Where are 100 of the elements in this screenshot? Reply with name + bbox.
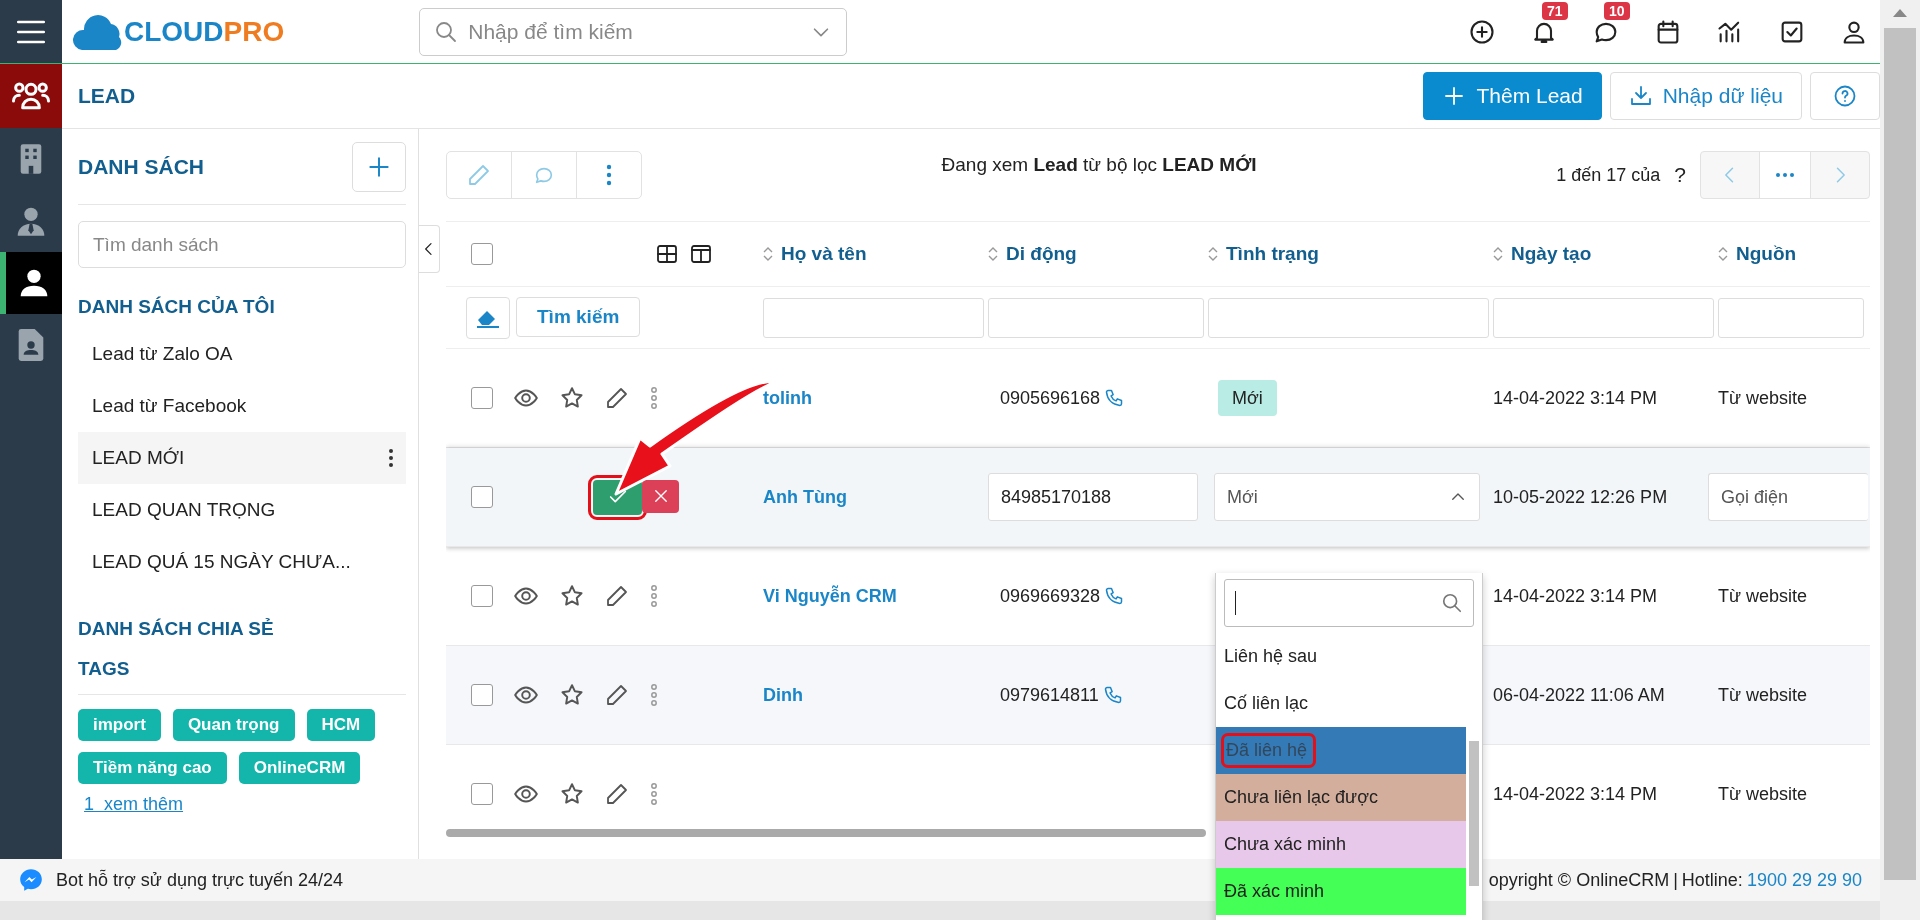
column-header[interactable]: Di động: [988, 243, 1208, 265]
more-vertical-icon[interactable]: [388, 448, 394, 468]
logo-text: PRO: [223, 15, 285, 48]
pencil-icon: [605, 782, 629, 806]
lead-source: Từ website: [1718, 783, 1809, 805]
column-filter-field[interactable]: [1718, 297, 1864, 338]
phone-number: 0905696168: [1000, 387, 1101, 409]
contact-document-icon: [18, 329, 44, 361]
phone-icon: [1104, 586, 1125, 606]
import-button[interactable]: Nhập dữ liệu: [1609, 72, 1802, 120]
lead-source: Từ website: [1718, 684, 1809, 706]
total-unknown: ?: [1674, 163, 1686, 187]
sort-icon: [1493, 246, 1503, 262]
list-item[interactable]: LEAD QUÁ 15 NGÀY CHƯA...: [78, 536, 406, 588]
dropdown-scrollbar[interactable]: [1469, 741, 1479, 886]
hotline-link[interactable]: 1900 29 29 90: [1746, 869, 1862, 891]
column-header[interactable]: Tình trạng: [1208, 243, 1493, 265]
phone-number: 0979614811: [1000, 684, 1099, 706]
list-panel-title: DANH SÁCH: [78, 154, 204, 179]
lead-name-link[interactable]: Anh Tùng: [763, 486, 847, 507]
status-option[interactable]: Chưa liên lạc được: [1216, 774, 1466, 821]
dropdown-search-field[interactable]: [1224, 579, 1474, 627]
column-filter-field[interactable]: [763, 297, 984, 338]
module-nav-item[interactable]: [0, 252, 62, 314]
list-item[interactable]: LEAD MỚI: [78, 432, 406, 484]
column-filter-field[interactable]: [988, 297, 1204, 338]
select-all-checkbox[interactable]: [471, 243, 493, 265]
messenger-icon: [18, 867, 44, 893]
pencil-icon: [605, 386, 629, 410]
column-filter-field[interactable]: [1493, 297, 1714, 338]
pencil-icon: [605, 584, 629, 608]
grid-layout-icon: [655, 242, 679, 266]
created-date: 10-05-2022 12:26 PM: [1493, 485, 1669, 509]
created-date: 14-04-2022 3:14 PM: [1493, 584, 1659, 608]
phone-input-field[interactable]: 84985170188: [988, 473, 1198, 521]
section-heading: TAGS: [78, 658, 131, 680]
add-list-button[interactable]: [352, 141, 406, 192]
list-item[interactable]: Lead từ Facebook: [78, 380, 406, 432]
list-item[interactable]: LEAD QUAN TRỌNG: [78, 484, 406, 536]
column-filter-field[interactable]: [1208, 297, 1489, 338]
module-nav-item[interactable]: [0, 64, 62, 128]
pagination-range: 1 đến 17 của: [1556, 164, 1661, 186]
more-vertical-icon: [606, 164, 612, 186]
sort-icon: [763, 246, 773, 262]
row-checkbox[interactable]: [471, 783, 493, 805]
sort-icon: [988, 246, 998, 262]
logo-text: CLOUD: [124, 15, 224, 48]
created-date: 14-04-2022 3:14 PM: [1493, 386, 1659, 410]
column-header[interactable]: Nguồn: [1718, 243, 1868, 265]
phone-number: 0969669328: [1000, 585, 1101, 607]
columns-layout-icon: [689, 242, 713, 266]
row-checkbox[interactable]: [471, 387, 493, 409]
hotline-label: Hotline:: [1681, 869, 1743, 891]
list-search-field[interactable]: Tìm danh sách: [78, 221, 406, 268]
search-button[interactable]: Tìm kiếm: [516, 296, 641, 337]
section-heading: DANH SÁCH CHIA SẺ: [78, 618, 275, 640]
row-checkbox[interactable]: [471, 486, 493, 508]
row-checkbox[interactable]: [471, 585, 493, 607]
lead-source: Từ website: [1718, 585, 1809, 607]
separator: |: [1673, 869, 1678, 891]
collapse-panel-button[interactable]: [419, 225, 440, 273]
horizontal-scrollbar[interactable]: [446, 829, 1206, 837]
more-dots-icon[interactable]: [649, 782, 659, 806]
status-option[interactable]: Chưa xác minh: [1216, 821, 1466, 868]
show-more-link[interactable]: 1 xem thêm: [84, 794, 184, 815]
sort-icon: [1208, 246, 1218, 262]
more-dots-icon[interactable]: [649, 683, 659, 707]
created-date: 14-04-2022 3:14 PM: [1493, 782, 1659, 806]
status-select[interactable]: Mới: [1214, 473, 1480, 521]
row-checkbox[interactable]: [471, 684, 493, 706]
lead-name-link[interactable]: Vi Nguyễn CRM: [763, 585, 897, 606]
vertical-scrollbar[interactable]: [1884, 28, 1916, 880]
lead-name-link[interactable]: Dinh: [763, 684, 803, 705]
more-dots-icon[interactable]: [649, 584, 659, 608]
person-tie-icon: [15, 205, 47, 237]
sort-icon: [1718, 246, 1728, 262]
lead-source: Từ website: [1718, 387, 1809, 409]
status-option[interactable]: Đã xác minh: [1216, 868, 1466, 915]
search-icon: [1441, 592, 1463, 614]
add-icon[interactable]: [1468, 17, 1496, 46]
source-select[interactable]: Gọi điện: [1708, 473, 1868, 521]
clear-filter-button[interactable]: [466, 296, 510, 339]
pencil-icon: [467, 163, 491, 187]
menu-button[interactable]: [0, 0, 62, 63]
lead-name-link[interactable]: tolinh: [763, 387, 812, 408]
add-lead-button[interactable]: Thêm Lead: [1423, 72, 1602, 120]
scroll-up-icon[interactable]: [1892, 8, 1908, 18]
more-pages-button[interactable]: [1760, 152, 1811, 198]
download-tray-icon: [1628, 84, 1653, 108]
column-header[interactable]: Ngày tạo: [1493, 243, 1718, 265]
more-dots-icon[interactable]: [649, 386, 659, 410]
cancel-row-button[interactable]: [642, 479, 679, 513]
pencil-icon: [605, 683, 629, 707]
search-field[interactable]: Nhập để tìm kiếm: [419, 7, 848, 56]
column-header[interactable]: Họ và tên: [763, 243, 988, 265]
count-badge: 71: [1542, 1, 1568, 20]
more-horizontal-icon: [1775, 172, 1795, 178]
created-date: 06-04-2022 11:06 AM: [1493, 683, 1666, 707]
list-item[interactable]: Lead từ Zalo OA: [78, 328, 406, 380]
help-button[interactable]: [1810, 72, 1880, 120]
